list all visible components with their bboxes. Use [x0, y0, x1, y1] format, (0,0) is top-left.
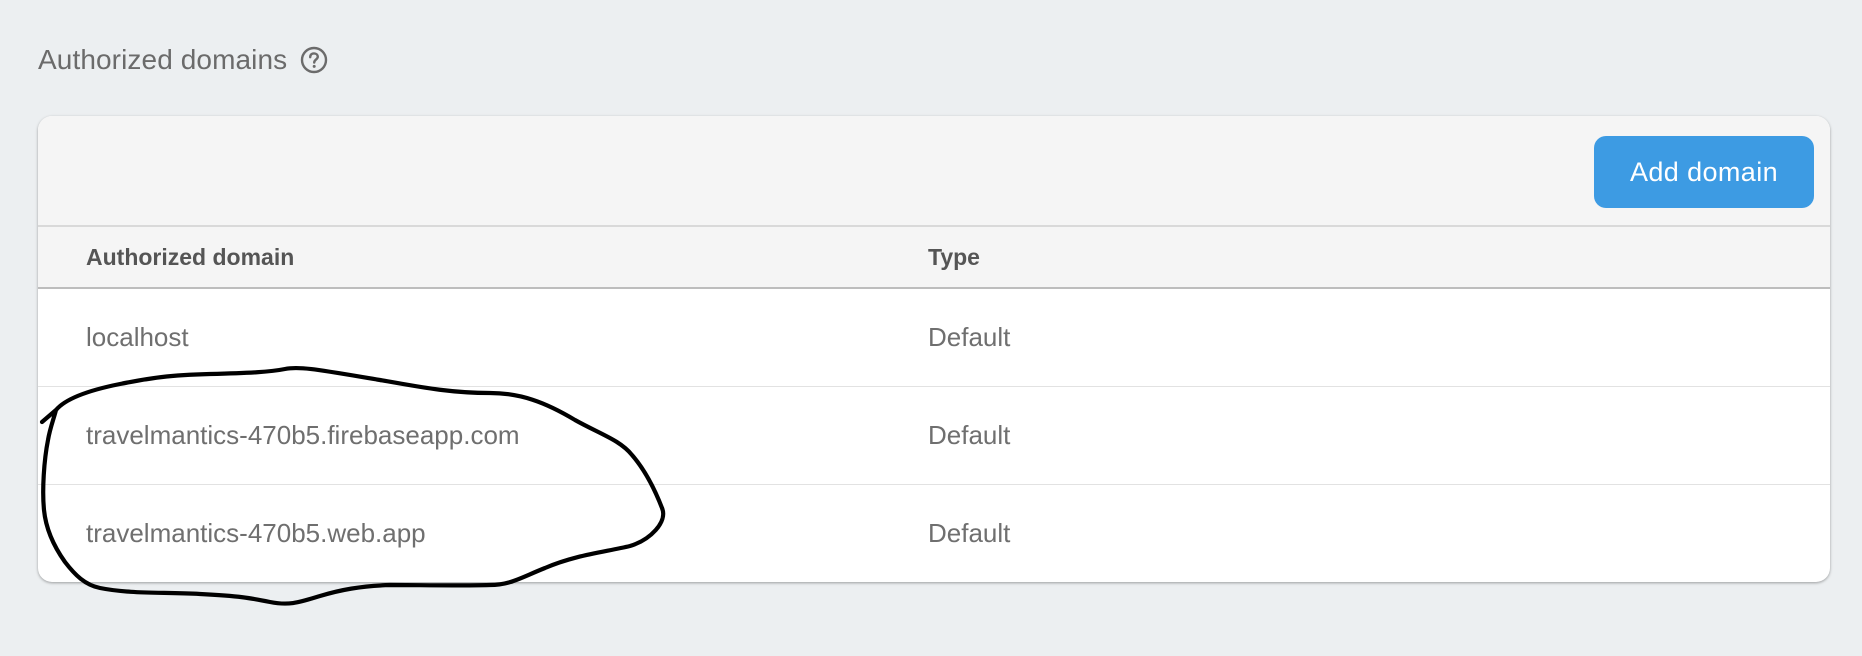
- table-body: localhost Default travelmantics-470b5.fi…: [38, 289, 1830, 582]
- column-header-authorized-domain[interactable]: Authorized domain: [86, 244, 294, 271]
- type-cell: Default: [928, 518, 1011, 548]
- table-row[interactable]: travelmantics-470b5.web.app Default: [38, 485, 1830, 582]
- card-toolbar: Add domain: [38, 116, 1830, 227]
- section-title: Authorized domains: [38, 44, 288, 75]
- type-cell: Default: [928, 420, 1011, 450]
- add-domain-button[interactable]: Add domain: [1594, 136, 1814, 208]
- domain-cell: travelmantics-470b5.web.app: [86, 518, 426, 548]
- authorized-domains-card: Add domain Authorized domain Type localh…: [38, 116, 1830, 582]
- table-row[interactable]: localhost Default: [38, 289, 1830, 387]
- column-header-type[interactable]: Type: [928, 244, 980, 271]
- table-header: Authorized domain Type: [38, 227, 1830, 289]
- domain-cell: travelmantics-470b5.firebaseapp.com: [86, 420, 520, 450]
- help-icon[interactable]: [299, 45, 329, 75]
- table-row[interactable]: travelmantics-470b5.firebaseapp.com Defa…: [38, 387, 1830, 485]
- section-header: Authorized domains: [38, 42, 329, 78]
- type-cell: Default: [928, 322, 1011, 352]
- domain-cell: localhost: [86, 322, 189, 352]
